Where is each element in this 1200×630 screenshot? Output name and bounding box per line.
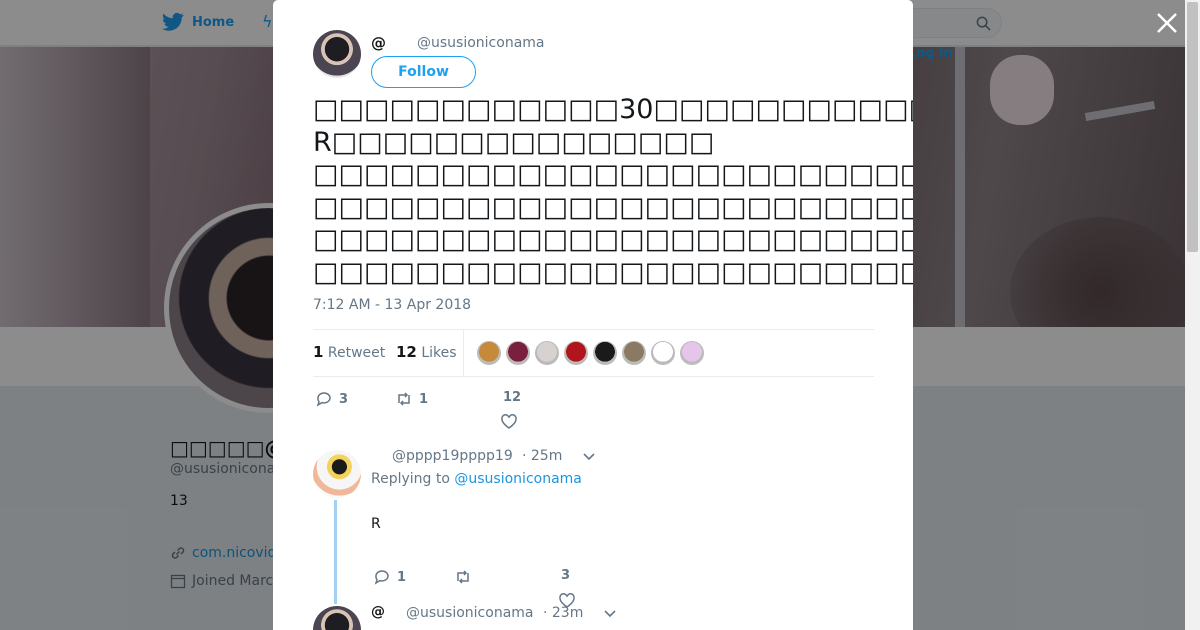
close-button[interactable] (1154, 10, 1180, 36)
tweet-text-line: R□□□□□□□□□□□□□□□ (313, 126, 715, 158)
reply-author-avatar[interactable] (313, 606, 361, 630)
replying-to-link[interactable]: @ususioniconama (454, 471, 581, 487)
reply-button[interactable]: 3 (315, 390, 348, 408)
tweet-text-line: □□□□□□□□□□□□30□□□□□□□□□□□ (313, 94, 913, 125)
tweet-author-name[interactable]: @ (371, 34, 386, 52)
reply-reply-button[interactable]: 1 (373, 568, 406, 586)
reply-retweet-button[interactable] (454, 568, 478, 586)
liker-avatar[interactable] (593, 341, 617, 365)
tweet-actions: 3 1 12 (313, 388, 873, 434)
chevron-down-icon[interactable] (604, 610, 616, 618)
liker-avatar[interactable] (680, 341, 704, 365)
reply-time[interactable]: · 23m (543, 605, 583, 621)
tweet-text-line: □□□□□□□□□□□□□□□□□□□□□□□□□□□□□□□□□□□□□□ (313, 224, 913, 255)
liker-avatar[interactable] (564, 341, 588, 365)
stats-divider (463, 330, 464, 376)
scrollbar-thumb[interactable] (1187, 2, 1198, 252)
like-action-count: 12 (503, 390, 522, 405)
tweet-text-line: □□□□□□□□□□□□□□□□□□□□□□□□□□□□□□□□□□ (313, 256, 913, 288)
reply-icon (374, 570, 389, 585)
reply-count: 3 (339, 391, 349, 407)
thread-line (334, 500, 337, 604)
liker-avatar[interactable] (622, 341, 646, 365)
tweet-text: □□□□□□□□□□□□30□□□□□□□□□□□ R□□□□□□□□□□□□□… (313, 94, 913, 289)
tweet-author-avatar[interactable] (313, 30, 361, 78)
liker-avatar[interactable] (651, 341, 675, 365)
heart-icon[interactable] (500, 413, 518, 431)
reply-author-handle[interactable]: @pppp19pppp19 (392, 448, 513, 464)
reply-time[interactable]: · 25m (522, 448, 562, 464)
reply-text: R (371, 516, 381, 532)
liker-avatar[interactable] (477, 341, 501, 365)
replying-prefix: Replying to (371, 471, 450, 487)
tweet-modal: @ @ususioniconama Follow □□□□□□□□□□□□30□… (273, 0, 913, 630)
liker-avatars (477, 341, 704, 365)
tweet-timestamp[interactable]: 7:12 AM - 13 Apr 2018 (313, 297, 471, 313)
reply-icon (316, 392, 331, 407)
retweet-count: 1 (313, 343, 324, 361)
liker-avatar[interactable] (506, 341, 530, 365)
retweet-count-label: Retweet (327, 345, 386, 361)
tweet-stats: 1 Retweet 12 Likes (313, 329, 874, 377)
retweet-button[interactable]: 1 (395, 390, 428, 408)
tweet-text-line: □□□□□□□□□□□□□□□□□□□□□□□□□□□□ (313, 191, 913, 223)
retweet-icon (398, 392, 410, 406)
like-count: 12 (396, 343, 417, 361)
tweet-text-line: □□□□□□□□□□□□□□□□□□□□□□□□□□□□□□□ (313, 159, 913, 190)
liker-avatar[interactable] (535, 341, 559, 365)
retweet-icon (457, 570, 469, 584)
reply-reply-count: 1 (397, 569, 407, 585)
reply-like-button[interactable]: 3 (561, 568, 570, 583)
retweet-action-count: 1 (419, 391, 429, 407)
replying-to: Replying to @ususioniconama (371, 471, 582, 487)
close-icon (1157, 13, 1177, 33)
retweet-count-stat[interactable]: 1 Retweet (313, 343, 385, 361)
like-button[interactable]: 12 (503, 390, 521, 405)
reply-like-count: 3 (561, 568, 571, 583)
page-scrollbar[interactable] (1185, 0, 1200, 630)
reply-author-avatar[interactable] (313, 450, 361, 498)
reply-author-handle[interactable]: @ususioniconama (406, 605, 533, 621)
like-count-label: Likes (421, 345, 457, 361)
chevron-down-icon[interactable] (583, 453, 595, 461)
follow-button[interactable]: Follow (371, 56, 476, 88)
tweet-author-handle[interactable]: @ususioniconama (417, 35, 544, 51)
like-count-stat[interactable]: 12 Likes (396, 343, 457, 361)
reply-author-name[interactable]: @ (371, 604, 385, 620)
